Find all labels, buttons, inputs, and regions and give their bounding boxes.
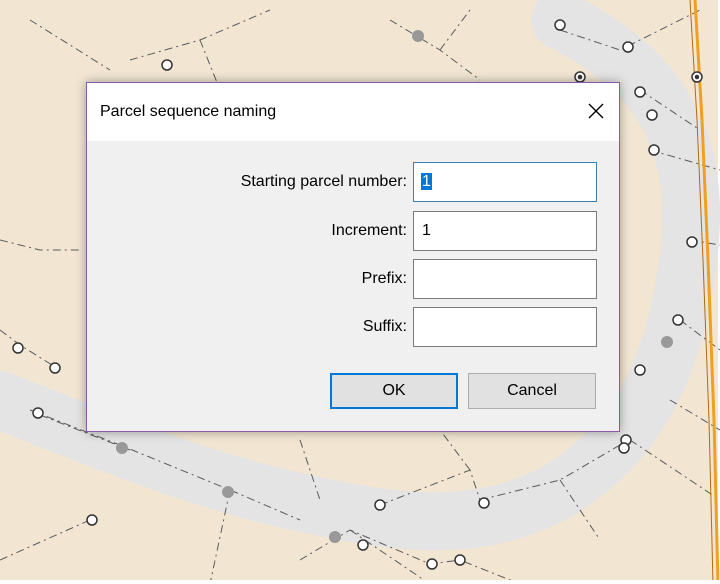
ok-button[interactable]: OK xyxy=(330,373,458,409)
starting-number-input[interactable] xyxy=(413,162,597,202)
suffix-input[interactable] xyxy=(413,307,597,347)
suffix-label: Suffix: xyxy=(362,318,407,335)
dialog-title: Parcel sequence naming xyxy=(100,103,277,120)
dialog-title-bar[interactable]: Parcel sequence naming xyxy=(87,83,619,141)
prefix-input[interactable] xyxy=(413,259,597,299)
prefix-label: Prefix: xyxy=(361,270,407,287)
cancel-button[interactable]: Cancel xyxy=(468,373,596,409)
close-button[interactable] xyxy=(573,83,619,139)
close-icon xyxy=(588,103,604,119)
increment-label: Increment: xyxy=(331,222,407,239)
increment-row: Increment: xyxy=(331,211,597,251)
suffix-row: Suffix: xyxy=(363,307,597,347)
parcel-sequence-dialog: Parcel sequence naming Starting parcel n… xyxy=(86,82,620,432)
increment-input[interactable] xyxy=(413,211,597,251)
starting-number-label: Starting parcel number: xyxy=(240,173,407,190)
starting-number-row: Starting parcel number: 1 xyxy=(241,162,597,202)
prefix-row: Prefix: xyxy=(362,259,597,299)
